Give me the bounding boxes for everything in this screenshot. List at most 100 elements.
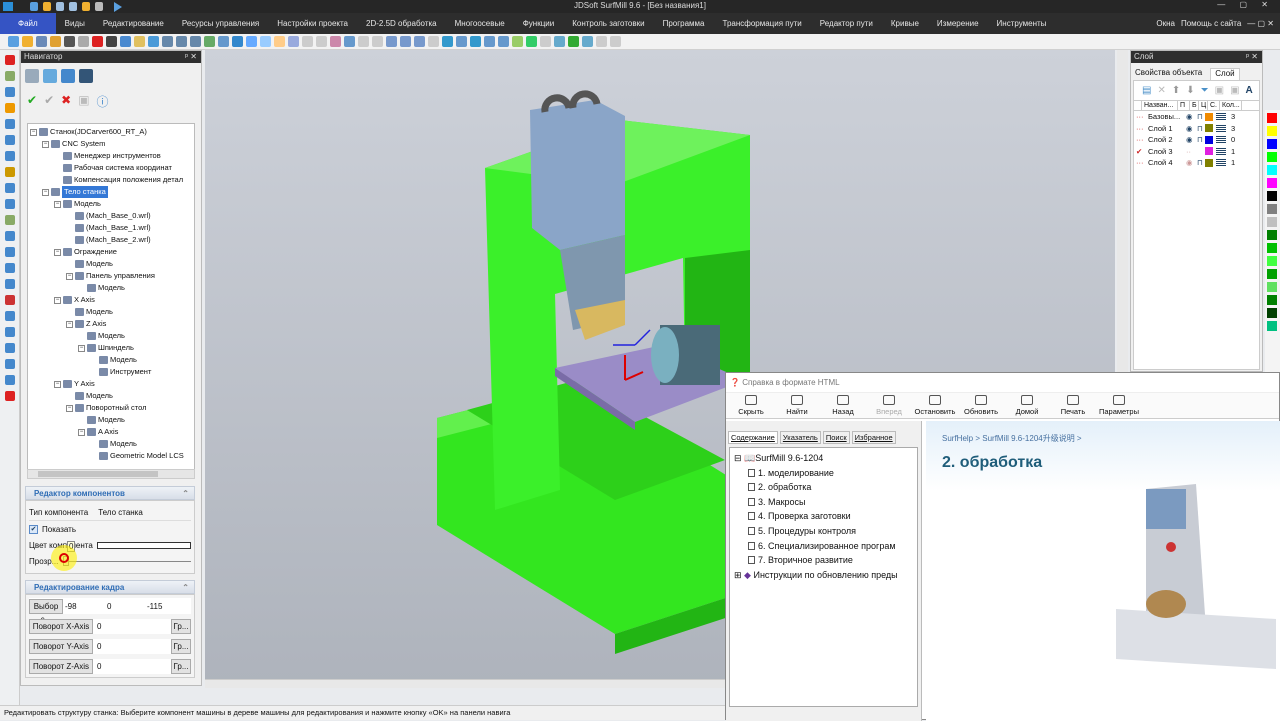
help-button-5[interactable]: Обновить xyxy=(958,395,1004,416)
line-style-icon[interactable] xyxy=(1216,147,1226,155)
draw-tool-icon[interactable] xyxy=(5,327,15,337)
palette-color-swatch[interactable] xyxy=(1267,139,1277,149)
expand-toggle[interactable]: − xyxy=(66,320,73,328)
toolbar-button-icon[interactable] xyxy=(232,36,243,47)
toolbar-button-icon[interactable] xyxy=(610,36,621,47)
layer-column-header[interactable]: С. xyxy=(1208,101,1220,110)
tree-item[interactable]: Менеджер инструментов xyxy=(54,150,161,162)
help-breadcrumb[interactable]: SurfHelp > SurfMill 9.6-1204升级说明 > xyxy=(926,421,1280,444)
tool-view-icon[interactable] xyxy=(61,69,75,83)
draw-tool-icon[interactable] xyxy=(5,71,15,81)
line-style-icon[interactable] xyxy=(1216,113,1226,121)
draw-tool-icon[interactable] xyxy=(5,391,15,401)
draw-tool-icon[interactable] xyxy=(5,199,15,209)
toolbar-button-icon[interactable] xyxy=(218,36,229,47)
toolbar-button-icon[interactable] xyxy=(134,36,145,47)
menu-item[interactable]: Программа xyxy=(654,13,714,34)
tree-item[interactable]: (Mach_Base_1.wrl) xyxy=(66,222,151,234)
eye-icon[interactable]: ◉ xyxy=(1186,124,1197,133)
rotate-button[interactable]: Поворот Z-Axis xyxy=(29,659,93,674)
palette-color-swatch[interactable] xyxy=(1267,217,1277,227)
line-style-icon[interactable] xyxy=(1216,159,1226,167)
expand-toggle[interactable]: − xyxy=(54,296,61,304)
tree-item[interactable]: (Mach_Base_0.wrl) xyxy=(66,210,151,222)
new-layer-icon[interactable]: ▤ xyxy=(1142,85,1151,96)
tree-item[interactable]: Модель xyxy=(90,438,137,450)
tree-item[interactable]: Модель xyxy=(78,330,125,342)
menu-item[interactable]: Измерение xyxy=(928,13,988,34)
help-button-3[interactable]: Вперед xyxy=(866,395,912,416)
draw-tool-icon[interactable] xyxy=(5,375,15,385)
degree-unit-button[interactable]: Гр... xyxy=(171,639,191,654)
draw-tool-icon[interactable] xyxy=(5,167,15,177)
palette-color-swatch[interactable] xyxy=(1267,191,1277,201)
menu-item[interactable]: Файл xyxy=(0,13,56,34)
rotation-angle-input[interactable]: 0 xyxy=(97,642,167,651)
help-icon[interactable]: ⓘ xyxy=(97,93,109,110)
help-tab[interactable]: Указатель xyxy=(779,431,821,444)
layer-color-swatch[interactable] xyxy=(1205,112,1213,121)
toolbar-button-icon[interactable] xyxy=(498,36,509,47)
layer-column-header[interactable]: Б xyxy=(1190,101,1199,110)
tree-item[interactable]: Инструмент xyxy=(90,366,151,378)
layer-column-header[interactable]: Ц xyxy=(1199,101,1208,110)
tree-item[interactable]: − Поворотный стол xyxy=(66,402,147,414)
toolbar-button-icon[interactable] xyxy=(358,36,369,47)
tree-item[interactable]: − Y Axis xyxy=(54,378,95,390)
expand-toggle[interactable]: − xyxy=(54,200,61,208)
palette-color-swatch[interactable] xyxy=(1267,165,1277,175)
toolbar-button-icon[interactable] xyxy=(288,36,299,47)
help-tab[interactable]: Поиск xyxy=(822,431,850,444)
tab-layer[interactable]: Слой xyxy=(1210,68,1240,80)
line-style-icon[interactable] xyxy=(1216,136,1226,144)
eye-icon[interactable]: ◉ xyxy=(1186,112,1197,121)
help-button-7[interactable]: Печать xyxy=(1050,395,1096,416)
tree-item[interactable]: Модель xyxy=(66,258,113,270)
expand-toggle[interactable]: − xyxy=(42,188,49,196)
draw-tool-icon[interactable] xyxy=(5,135,15,145)
toolbar-button-icon[interactable] xyxy=(330,36,341,47)
toolbar-button-icon[interactable] xyxy=(582,36,593,47)
layer-column-header[interactable]: Кол... xyxy=(1220,101,1242,110)
help-topic-item[interactable]: 5. Процедуры контроля xyxy=(734,524,913,539)
toolbar-button-icon[interactable] xyxy=(64,36,75,47)
move-down-icon[interactable]: ⬇ xyxy=(1186,85,1194,96)
menu-item[interactable]: Редактор пути xyxy=(811,13,882,34)
toolbar-button-icon[interactable] xyxy=(428,36,439,47)
cancel-x-icon[interactable]: ✖ xyxy=(61,93,71,110)
toolbar-button-icon[interactable] xyxy=(50,36,61,47)
layer-row[interactable]: ··· Базовы... ◉ ⊓ 3 xyxy=(1134,111,1259,123)
palette-color-swatch[interactable] xyxy=(1267,230,1277,240)
toolbar-button-icon[interactable] xyxy=(204,36,215,47)
toolbar-button-icon[interactable] xyxy=(470,36,481,47)
tree-item[interactable]: Модель xyxy=(66,306,113,318)
draw-tool-icon[interactable] xyxy=(5,359,15,369)
toolbar-button-icon[interactable] xyxy=(554,36,565,47)
help-topic-item[interactable]: 4. Проверка заготовки xyxy=(734,509,913,524)
toolbar-button-icon[interactable] xyxy=(260,36,271,47)
doc-window-controls[interactable]: — ▢ ✕ xyxy=(1247,19,1274,28)
toolbar-button-icon[interactable] xyxy=(176,36,187,47)
toolbar-button-icon[interactable] xyxy=(106,36,117,47)
frame-y-input[interactable]: 0 xyxy=(107,602,145,611)
draw-tool-icon[interactable] xyxy=(5,55,15,65)
toolbar-button-icon[interactable] xyxy=(442,36,453,47)
help-button-4[interactable]: Остановить xyxy=(912,395,958,416)
toolbar-button-icon[interactable] xyxy=(92,36,103,47)
machine-view-icon[interactable] xyxy=(25,69,39,83)
toolbar-button-icon[interactable] xyxy=(414,36,425,47)
palette-color-swatch[interactable] xyxy=(1267,256,1277,266)
draw-tool-icon[interactable] xyxy=(5,215,15,225)
help-topic-item[interactable]: 2. обработка xyxy=(734,480,913,495)
tree-item[interactable]: Модель xyxy=(78,282,125,294)
expand-toggle[interactable]: − xyxy=(66,272,73,280)
help-button-6[interactable]: Домой xyxy=(1004,395,1050,416)
apply-check-icon[interactable]: ✔ xyxy=(44,93,54,110)
toolbar-button-icon[interactable] xyxy=(302,36,313,47)
pin-close-icons[interactable]: ᵖ ✕ xyxy=(1246,51,1258,63)
toolbar-button-icon[interactable] xyxy=(8,36,19,47)
palette-color-swatch[interactable] xyxy=(1267,269,1277,279)
tree-item[interactable]: Модель xyxy=(78,414,125,426)
toolbar-button-icon[interactable] xyxy=(120,36,131,47)
machine-tree[interactable]: − Станок(JDCarver600_RT_A) − CNC System Мене… xyxy=(27,123,195,471)
